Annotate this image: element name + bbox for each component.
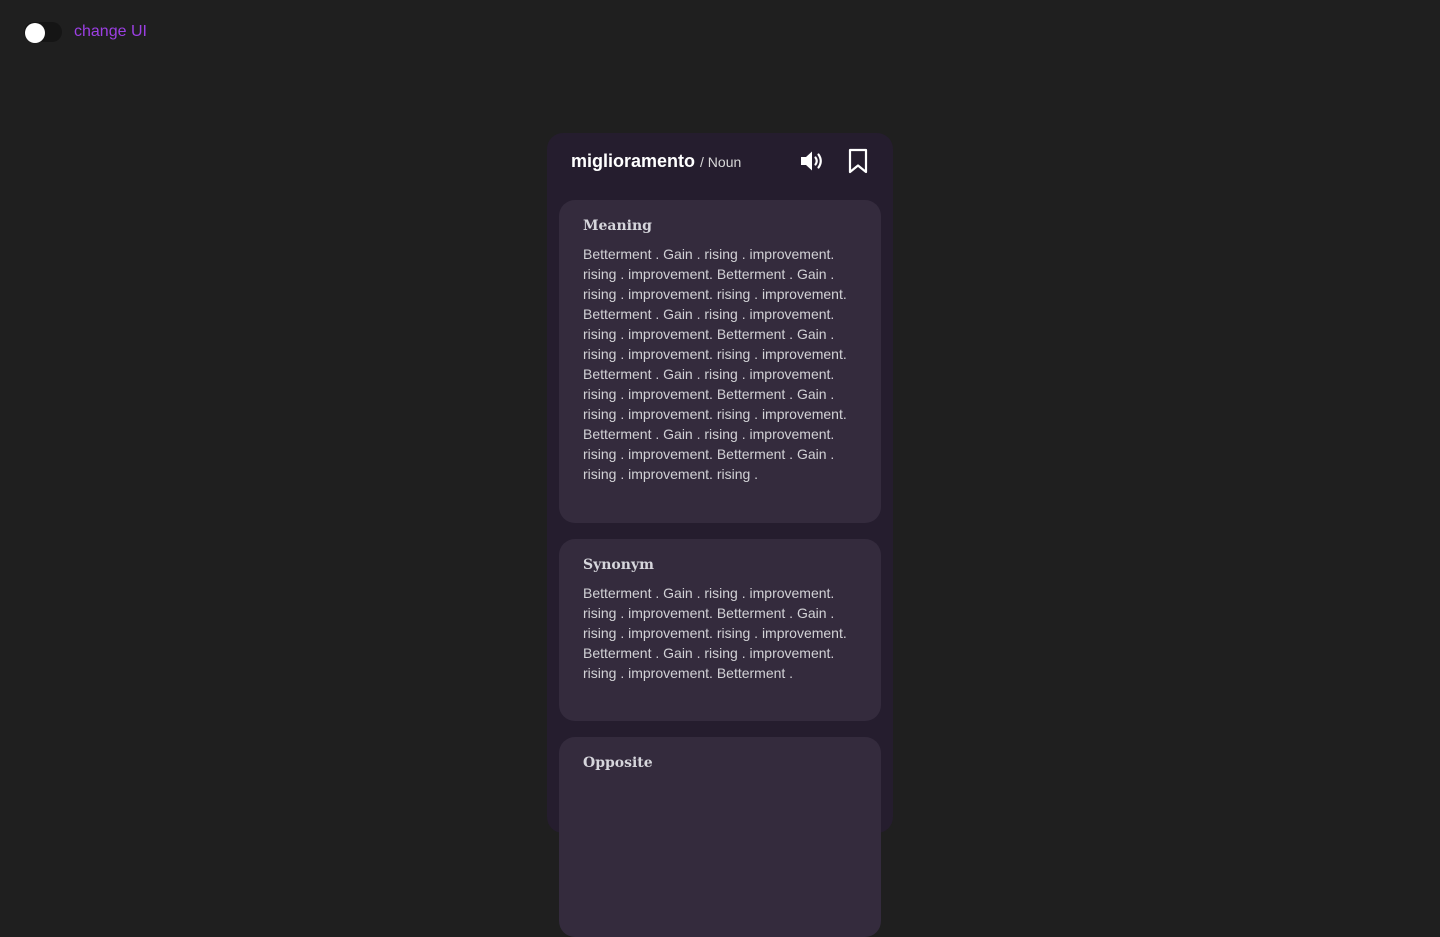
part-of-speech: / Noun [700,153,742,170]
card-header: miglioramento / Noun [571,147,871,175]
word-title: miglioramento [571,150,696,171]
synonym-title: Synonym [583,557,654,573]
synonym-section: Synonym Betterment . Gain . rising . imp… [559,539,881,721]
bookmark-icon[interactable] [845,148,871,174]
opposite-section: Opposite [559,737,881,937]
speaker-icon[interactable] [799,148,825,174]
word-card: miglioramento / Noun Meaning Betterment … [547,133,893,937]
toggle-knob [25,23,45,43]
meaning-title: Meaning [583,218,652,234]
header-actions [799,148,871,174]
word-heading: miglioramento / Noun [571,151,741,172]
meaning-section: Meaning Betterment . Gain . rising . imp… [559,200,881,523]
ui-toggle-row: change UI [24,22,147,43]
change-ui-label[interactable]: change UI [74,23,147,41]
meaning-text: Betterment . Gain . rising . improvement… [583,246,847,482]
opposite-title: Opposite [583,755,653,771]
synonym-text: Betterment . Gain . rising . improvement… [583,585,847,681]
change-ui-toggle[interactable] [24,22,62,43]
